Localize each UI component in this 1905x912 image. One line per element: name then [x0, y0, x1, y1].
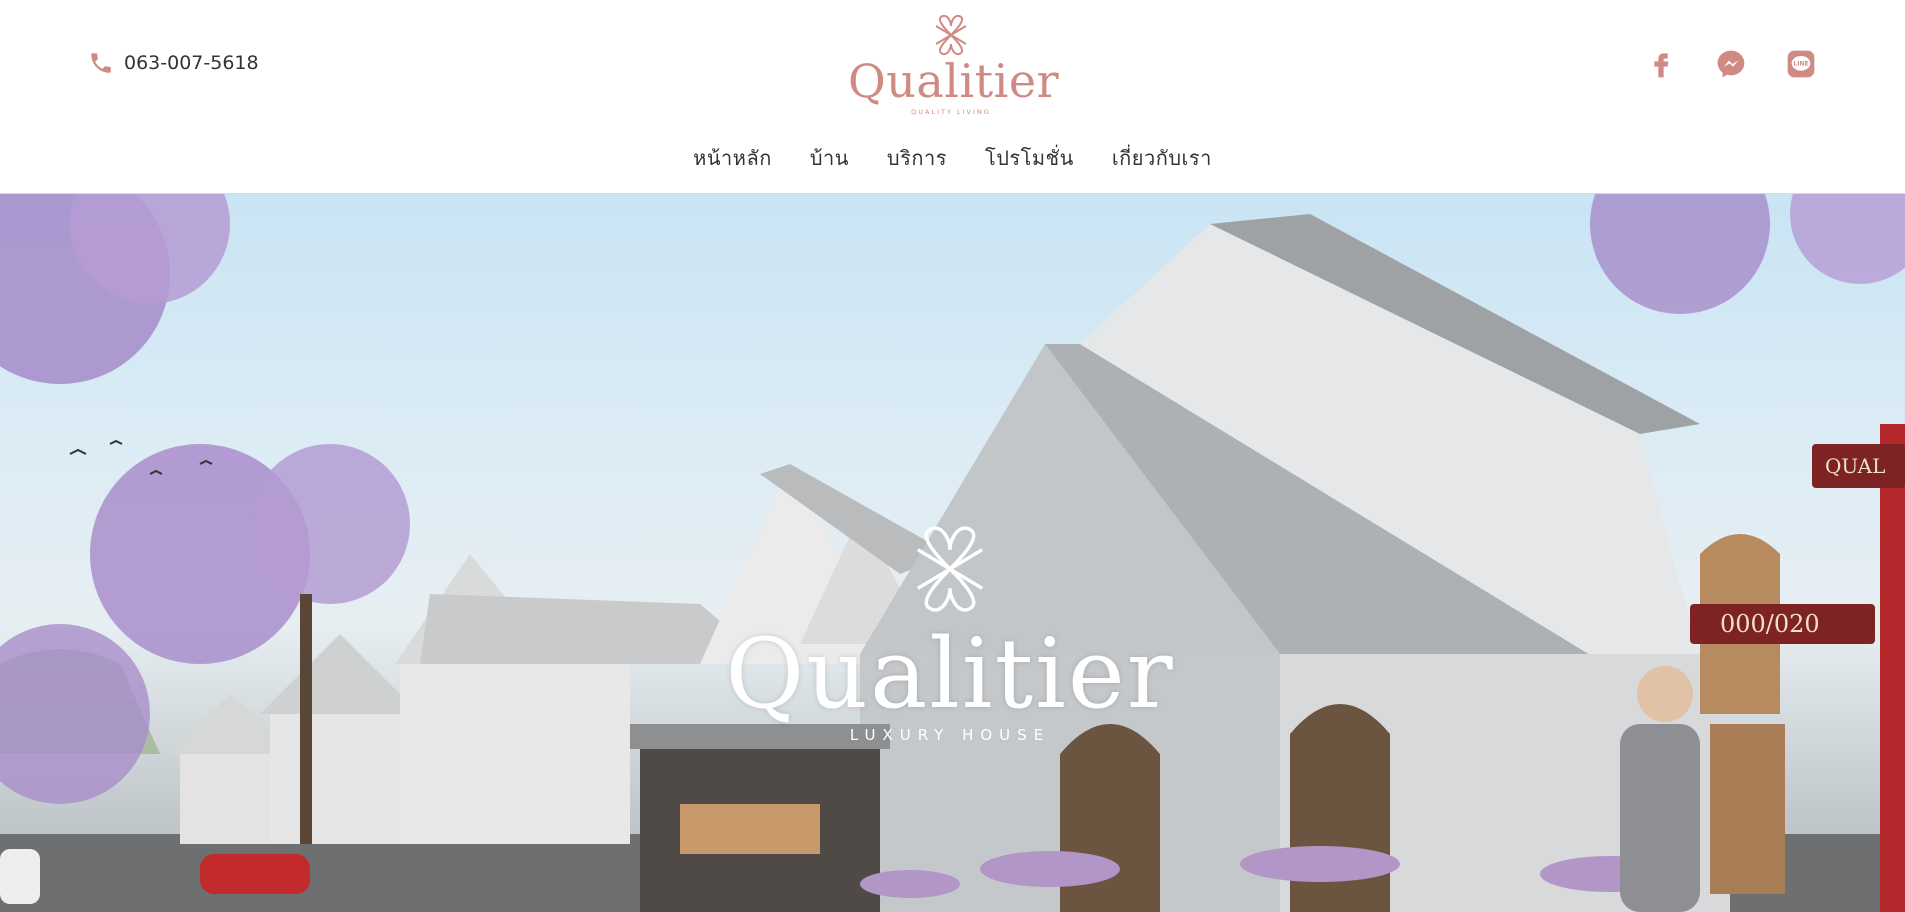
- nav-item-about[interactable]: เกี่ยวกับเรา: [1112, 142, 1212, 174]
- nav-item-services[interactable]: บริการ: [887, 142, 947, 174]
- brand-tagline: QUALITY LIVING: [911, 108, 991, 116]
- hero-banner: QUAL 000/020 Qualitier LUXURY HOUSE: [0, 194, 1905, 912]
- facebook-icon: [1654, 53, 1669, 78]
- facebook-link[interactable]: [1645, 48, 1677, 80]
- brand-logo[interactable]: Qualitier QUALITY LIVING: [848, 14, 1060, 116]
- phone-icon: [91, 53, 111, 73]
- main-nav: หน้าหลัก บ้าน บริการ โปรโมชั่น เกี่ยวกับ…: [0, 142, 1905, 174]
- nav-item-promotions[interactable]: โปรโมชั่น: [985, 142, 1074, 174]
- hero-title: Qualitier: [725, 618, 1175, 730]
- phone-link[interactable]: 063-007-5618: [88, 50, 259, 76]
- messenger-icon: [1717, 50, 1745, 78]
- hero-logo-mark-icon: [916, 526, 984, 612]
- line-icon-text: LINE: [1793, 61, 1808, 68]
- nav-item-houses[interactable]: บ้าน: [810, 142, 849, 174]
- phone-number: 063-007-5618: [124, 52, 259, 74]
- logo-mark-icon: [935, 14, 967, 56]
- hero-logo: Qualitier LUXURY HOUSE: [680, 524, 1220, 744]
- house-number-text: 000/020: [1720, 610, 1820, 638]
- nav-item-home[interactable]: หน้าหลัก: [693, 142, 772, 174]
- site-header: 063-007-5618 Qualitier QUALITY LIVING LI…: [0, 0, 1905, 194]
- street-sign-text: QUAL: [1825, 454, 1885, 478]
- line-link[interactable]: LINE: [1785, 48, 1817, 80]
- brand-name: Qualitier: [848, 54, 1060, 108]
- social-links: LINE: [1645, 48, 1817, 80]
- line-icon: LINE: [1787, 50, 1815, 78]
- messenger-link[interactable]: [1715, 48, 1747, 80]
